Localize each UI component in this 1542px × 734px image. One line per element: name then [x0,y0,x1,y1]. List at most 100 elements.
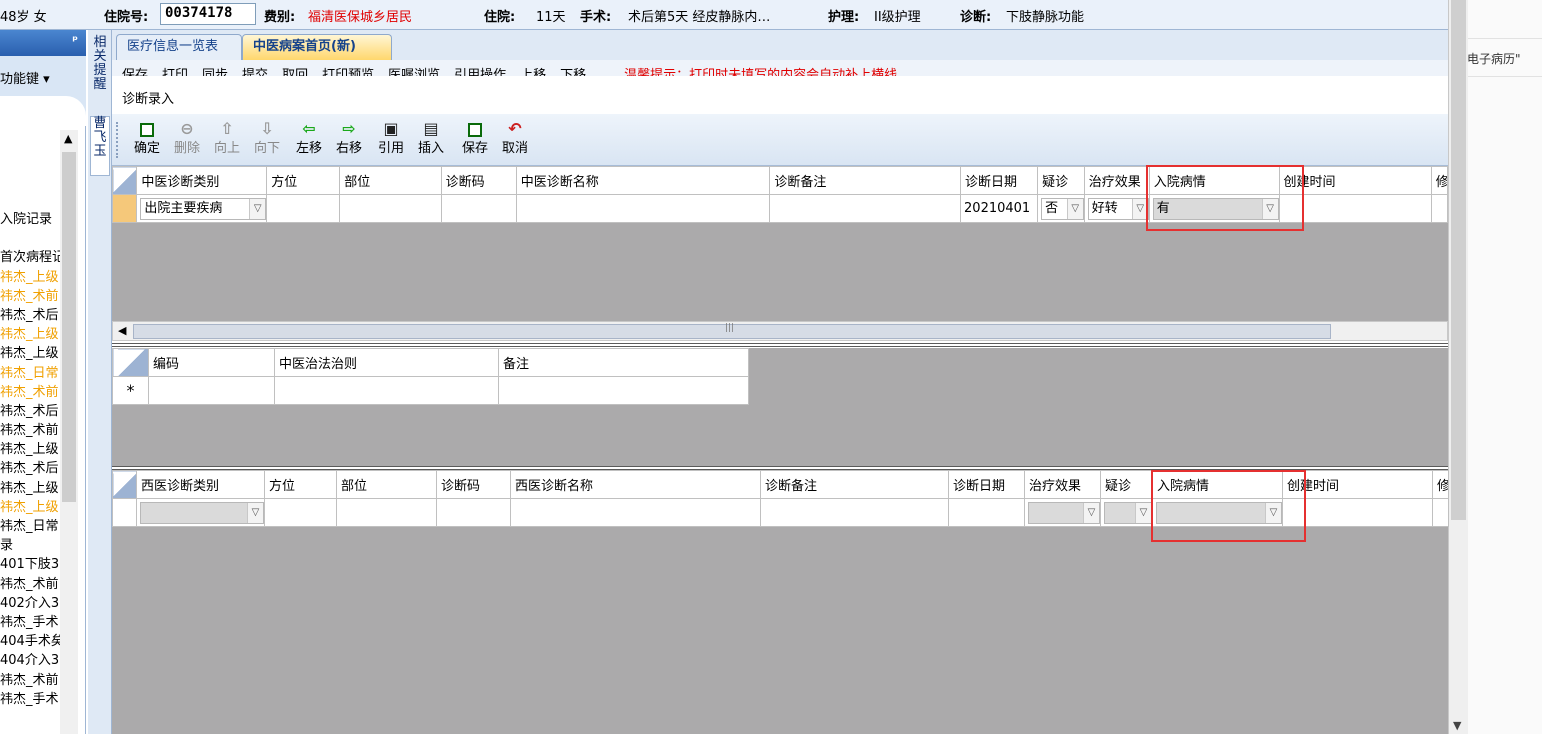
column-header[interactable]: 创建时间 [1282,470,1433,499]
toolbar-button-5[interactable]: ⇨ 右移 [330,118,368,162]
column-header[interactable]: 中医诊断名称 [515,166,771,195]
tree-item[interactable]: 祎杰_术前 [0,287,62,306]
tree-item[interactable]: 入院记录 [0,210,62,229]
tree-item[interactable]: 祎杰_术前 [0,671,62,690]
tree-item[interactable]: 祎杰_日常 [0,517,62,536]
column-header[interactable]: 方位 [264,470,337,499]
note-cell[interactable] [498,376,749,405]
toolbar-button-2[interactable]: ⇧ 向上 [208,118,246,162]
column-header[interactable]: 西医诊断名称 [510,470,761,499]
doc-toolbar-item[interactable]: 医嘱浏览 [388,68,440,76]
scroll-down-arrow-icon[interactable]: ▼ [1453,719,1461,732]
effect-select[interactable]: 好转 ▽ [1087,197,1149,220]
table-row[interactable]: 出院主要疾病 ▽ 20210401 否 ▽ 好转 ▽ 有 ▽ [111,194,1449,223]
name-cell[interactable] [515,194,771,223]
tree-item[interactable]: 祎杰_手术 [0,613,62,632]
row-selector[interactable] [111,194,138,223]
column-header[interactable]: 中医治法治则 [274,348,499,377]
suspected-cell[interactable]: ▽ [1100,498,1153,527]
column-header[interactable]: 诊断备注 [760,470,949,499]
tree-item[interactable] [0,229,62,248]
code-cell[interactable] [436,498,511,527]
toolbar-button-1[interactable]: ⊖ 删除 [168,118,206,162]
doc-toolbar-item[interactable]: 上移 [520,68,546,76]
western-category-cell[interactable]: ▽ [136,498,265,527]
effect-cell[interactable]: ▽ [1024,498,1101,527]
tree-item[interactable]: 祎杰_上级 [0,325,62,344]
chevron-down-icon[interactable]: ▽ [1265,502,1281,523]
toolbar-button-3[interactable]: ⇩ 向下 [248,118,286,162]
tree-item[interactable]: 祎杰_术前 [0,421,62,440]
column-header[interactable]: 备注 [498,348,749,377]
column-header[interactable]: 部位 [336,470,437,499]
suspected-select[interactable]: ▽ [1104,501,1152,524]
chevron-down-icon[interactable]: ▽ [1083,502,1099,523]
tree-item[interactable]: 祎杰_术后 [0,402,62,421]
column-header[interactable]: 诊断日期 [948,470,1025,499]
column-header[interactable]: 方位 [266,166,341,195]
tcm-grid-hscrollbar[interactable]: ◀ ||| [112,321,1448,341]
tree-item[interactable]: 祎杰_上级 [0,344,62,363]
column-header[interactable]: 疑诊 [1037,166,1085,195]
tree-item[interactable]: 祎杰_上级 [0,498,62,517]
chevron-down-icon[interactable]: ▽ [1135,502,1151,523]
doc-toolbar-item[interactable]: 打印 [162,68,188,76]
column-header[interactable]: 修 [1432,470,1449,499]
vtab-related-reminder[interactable]: 相关提醒 [90,36,110,92]
outer-vertical-scrollbar[interactable]: ▼ [1448,0,1468,734]
site-cell[interactable] [339,194,442,223]
suspected-select[interactable]: 否 ▽ [1041,197,1084,220]
tree-item[interactable]: 祎杰_日常 [0,364,62,383]
tab-medical-info-list[interactable]: 医疗信息一览表 [116,34,242,60]
pin-icon[interactable]: ᵖ [72,33,78,47]
toolbar-button-8[interactable]: 保存 [456,118,494,162]
admission-condition-select[interactable]: ▽ [1156,501,1282,524]
toolbar-button-0[interactable]: 确定 [128,118,166,162]
column-header[interactable]: 西医诊断类别 [136,470,265,499]
tree-item[interactable]: 祎杰_术后 [0,306,62,325]
doc-toolbar-item[interactable]: 引用操作 [454,68,506,76]
note-cell[interactable] [769,194,962,223]
tree-item[interactable]: 402介入3 [0,594,62,613]
toolbar-button-7[interactable]: ▤ 插入 [412,118,450,162]
admission-condition-cell[interactable]: ▽ [1152,498,1283,527]
direction-cell[interactable] [266,194,341,223]
column-header[interactable]: 疑诊 [1100,470,1153,499]
doc-toolbar-item[interactable]: 打印预览 [322,68,374,76]
tcm-category-cell[interactable]: 出院主要疾病 ▽ [136,194,268,223]
scroll-left-arrow-icon[interactable]: ◀ [118,324,126,337]
tree-item[interactable]: 404手术矣 [0,632,62,651]
code-cell[interactable] [440,194,517,223]
scroll-up-arrow-icon[interactable]: ▲ [64,132,72,145]
date-cell[interactable]: 20210401 [960,194,1039,223]
column-header[interactable]: 编码 [148,348,275,377]
site-cell[interactable] [336,498,437,527]
toolbar-button-4[interactable]: ⇦ 左移 [290,118,328,162]
scrollbar-thumb[interactable] [1451,0,1466,520]
column-header[interactable]: 中医诊断类别 [136,166,268,195]
direction-cell[interactable] [264,498,337,527]
doc-toolbar-item[interactable]: 取回 [282,68,308,76]
effect-cell[interactable]: 好转 ▽ [1083,194,1150,223]
tree-item[interactable]: 祎杰_上级 [0,268,62,287]
tree-item[interactable]: 404介入3 [0,651,62,670]
date-cell[interactable] [948,498,1025,527]
tree-item[interactable]: 首次病程记 [0,248,62,267]
column-header[interactable]: 入院病情 [1148,166,1280,195]
column-header[interactable]: 诊断备注 [769,166,962,195]
code-cell[interactable] [148,376,275,405]
column-header[interactable]: 创建时间 [1278,166,1432,195]
function-key-dropdown[interactable]: 功能键 ▾ [0,68,50,87]
suspected-cell[interactable]: 否 ▽ [1037,194,1085,223]
tree-item[interactable]: 祎杰_术前 [0,383,62,402]
admission-condition-cell[interactable]: 有 ▽ [1148,194,1280,223]
tree-item[interactable]: 祎杰_手术 [0,690,62,709]
tree-item[interactable]: 401下肢3 [0,555,62,574]
effect-select[interactable]: ▽ [1028,501,1100,524]
column-header[interactable]: 修 [1430,166,1449,195]
grid-divider[interactable] [112,343,1448,347]
chevron-down-icon[interactable]: ▽ [1066,198,1083,219]
chevron-down-icon[interactable]: ▽ [1131,198,1148,219]
row-selector[interactable] [112,498,137,527]
principle-cell[interactable] [274,376,499,405]
